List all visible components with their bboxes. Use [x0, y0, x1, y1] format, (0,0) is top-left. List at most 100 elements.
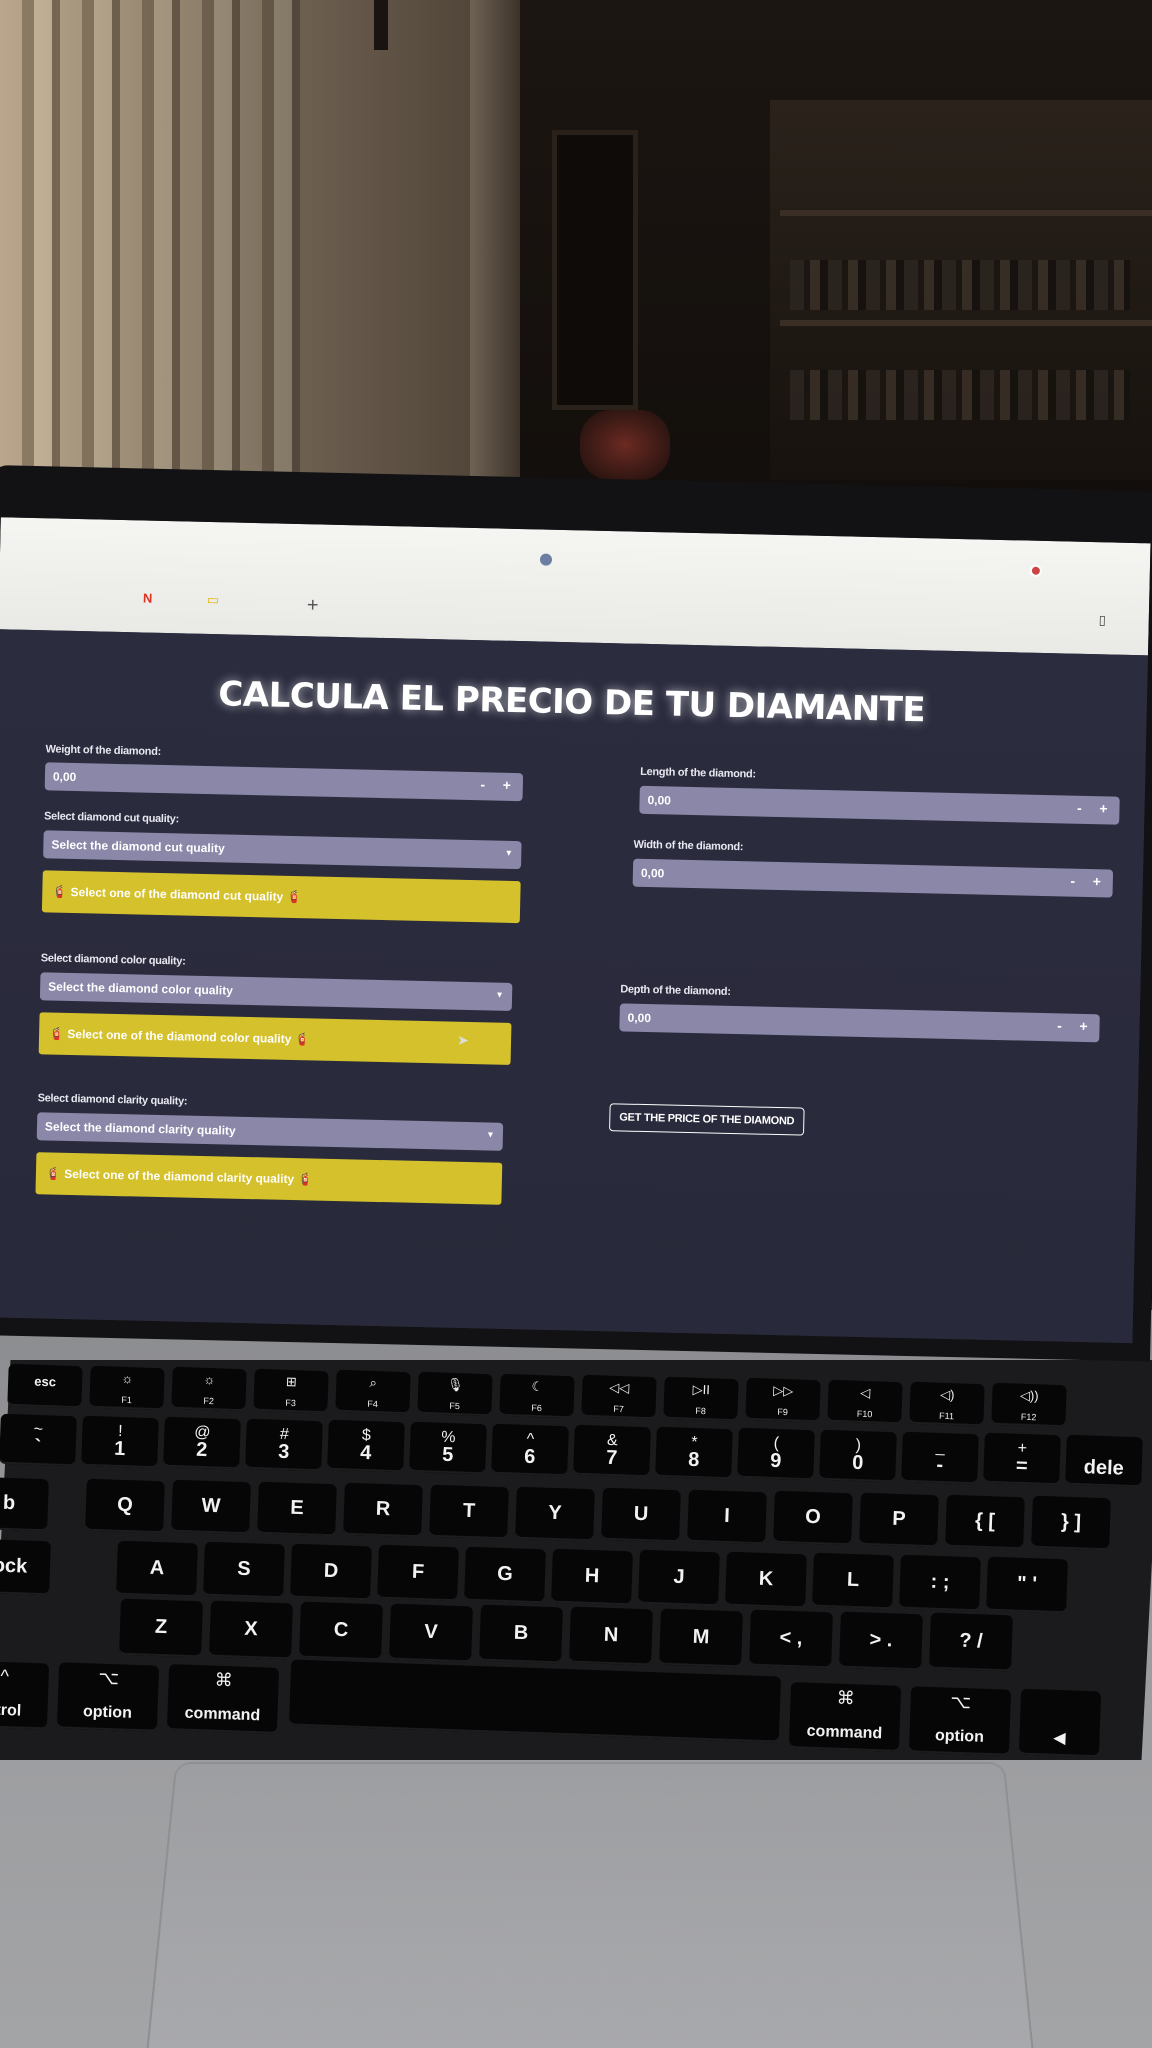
modifier-key[interactable]: ^ ntrol [0, 1660, 49, 1729]
cut-select[interactable]: Select the diamond cut quality ▾ [43, 830, 522, 869]
letter-key[interactable]: : ; [899, 1555, 981, 1612]
width-increment-button[interactable]: + [1087, 873, 1107, 889]
letter-key[interactable]: F [377, 1545, 459, 1602]
fn-key[interactable]: ▷▷ F9 [745, 1378, 820, 1423]
letter-key[interactable]: A [116, 1540, 198, 1597]
letter-key[interactable]: D [290, 1543, 372, 1600]
painting [552, 130, 638, 410]
letter-key[interactable]: W [171, 1480, 251, 1535]
letter-key[interactable]: b [0, 1477, 49, 1532]
letter-key[interactable]: I [687, 1489, 767, 1544]
weight-input[interactable]: 0,00 - + [45, 762, 524, 801]
number-key[interactable]: % 5 [409, 1422, 487, 1475]
letter-key[interactable]: U [601, 1488, 681, 1543]
letter-key[interactable]: { [ [945, 1494, 1025, 1549]
letter-key[interactable]: T [429, 1485, 509, 1540]
clarity-select[interactable]: Select the diamond clarity quality ▾ [37, 1112, 504, 1151]
letter-key[interactable]: R [343, 1483, 423, 1538]
letter-key[interactable]: } ] [1031, 1496, 1111, 1551]
letter-key[interactable]: " ' [986, 1556, 1068, 1613]
modifier-key[interactable]: ⌘ command [789, 1682, 901, 1752]
fn-key[interactable]: ⊞ F3 [253, 1369, 328, 1414]
number-key[interactable]: ~ ` [0, 1414, 77, 1467]
width-input[interactable]: 0,00 - + [633, 859, 1114, 898]
letter-key[interactable]: ock [0, 1539, 51, 1596]
letter-key[interactable]: H [551, 1548, 633, 1605]
letter-key[interactable]: K [725, 1551, 807, 1608]
letter-key[interactable]: V [389, 1603, 473, 1662]
letter-key[interactable]: O [773, 1491, 853, 1546]
modifier-key[interactable]: ⌥ option [57, 1662, 159, 1731]
letter-key[interactable]: L [812, 1553, 894, 1610]
width-decrement-button[interactable]: - [1063, 872, 1083, 888]
fn-key[interactable]: ◁)) F12 [991, 1383, 1066, 1428]
color-select[interactable]: Select the diamond color quality ▾ [40, 972, 513, 1011]
number-key[interactable]: (9 [737, 1428, 815, 1481]
modifier-key[interactable]: ◀ [1019, 1689, 1101, 1758]
letter-key[interactable]: Y [515, 1486, 595, 1541]
weight-decrement-button[interactable]: - [473, 776, 493, 792]
number-key[interactable]: #3 [245, 1418, 323, 1471]
letter-key-label: C [300, 1618, 383, 1644]
letter-key-label: ? / [930, 1629, 1013, 1655]
cut-warning-text: 🧯 Select one of the diamond cut quality … [52, 885, 302, 905]
modifier-key[interactable]: ⌘ command [167, 1664, 279, 1734]
bookmark-icon[interactable]: ▭ [207, 592, 220, 608]
letter-key[interactable]: P [859, 1493, 939, 1548]
length-increment-button[interactable]: + [1093, 800, 1113, 816]
number-key[interactable]: + = [983, 1433, 1061, 1486]
number-key[interactable]: ) 0 [819, 1430, 897, 1483]
letter-key[interactable]: E [257, 1481, 337, 1536]
letter-key[interactable]: < , [749, 1610, 833, 1669]
letter-key[interactable]: ? / [929, 1613, 1013, 1672]
letter-key[interactable]: Q [85, 1478, 165, 1533]
depth-decrement-button[interactable]: - [1049, 1017, 1069, 1033]
curtain-shade [0, 0, 300, 520]
letter-key[interactable]: X [209, 1600, 293, 1659]
letter-key[interactable]: M [659, 1608, 743, 1667]
get-price-button[interactable]: GET THE PRICE OF THE DIAMOND [609, 1103, 805, 1135]
modifier-key[interactable]: ⌥ option [909, 1686, 1011, 1755]
fn-key[interactable]: ◁) F11 [909, 1381, 984, 1426]
fn-key[interactable]: ☼ F1 [89, 1365, 164, 1410]
new-tab-button[interactable]: + [307, 594, 319, 617]
number-key[interactable]: _ - [901, 1431, 979, 1484]
depth-increment-button[interactable]: + [1073, 1018, 1093, 1034]
number-key[interactable]: ^ 6 [491, 1423, 569, 1476]
number-key-symbol [1067, 1440, 1143, 1443]
letter-key[interactable]: S [203, 1542, 285, 1599]
letter-key[interactable]: J [638, 1550, 720, 1607]
fn-key[interactable]: 🎙 F5 [417, 1372, 492, 1417]
letter-key[interactable]: B [479, 1605, 563, 1664]
letter-key[interactable]: N [569, 1607, 653, 1666]
weight-label: Weight of the diamond: [45, 743, 161, 758]
depth-input[interactable]: 0,00 - + [619, 1003, 1100, 1042]
fn-key[interactable]: ◁◁ F7 [581, 1375, 656, 1420]
fn-key[interactable]: esc [7, 1364, 82, 1409]
letter-key[interactable]: C [299, 1602, 383, 1661]
sidebar-toggle-icon[interactable]: ▯ [1099, 612, 1107, 628]
trackpad[interactable] [143, 1762, 1036, 2048]
fn-key[interactable]: ☼ F2 [171, 1367, 246, 1412]
number-key[interactable]: ! 1 [81, 1415, 159, 1468]
length-input[interactable]: 0,00 - + [639, 786, 1120, 825]
length-decrement-button[interactable]: - [1069, 800, 1089, 816]
fn-key[interactable]: ☾ F6 [499, 1373, 574, 1418]
letter-key[interactable]: Z [119, 1599, 203, 1658]
number-key[interactable]: * 8 [655, 1426, 733, 1479]
fn-key[interactable]: ⌕ F4 [335, 1370, 410, 1415]
fn-key[interactable]: ▷II F8 [663, 1377, 738, 1422]
number-key[interactable]: dele [1065, 1434, 1143, 1487]
fn-key[interactable]: ◁ F10 [827, 1380, 902, 1425]
number-key[interactable]: $4 [327, 1420, 405, 1473]
cut-placeholder: Select the diamond cut quality [51, 837, 225, 855]
number-key-label: 7 [573, 1446, 650, 1472]
weight-increment-button[interactable]: + [497, 777, 517, 793]
number-key[interactable]: @2 [163, 1417, 241, 1470]
number-key-label: 9 [737, 1449, 814, 1475]
extension-icon[interactable] [1030, 565, 1042, 577]
letter-key[interactable]: > . [839, 1611, 923, 1670]
letter-key[interactable]: G [464, 1547, 546, 1604]
number-key[interactable]: & 7 [573, 1425, 651, 1478]
netflix-icon[interactable]: N [143, 591, 153, 606]
